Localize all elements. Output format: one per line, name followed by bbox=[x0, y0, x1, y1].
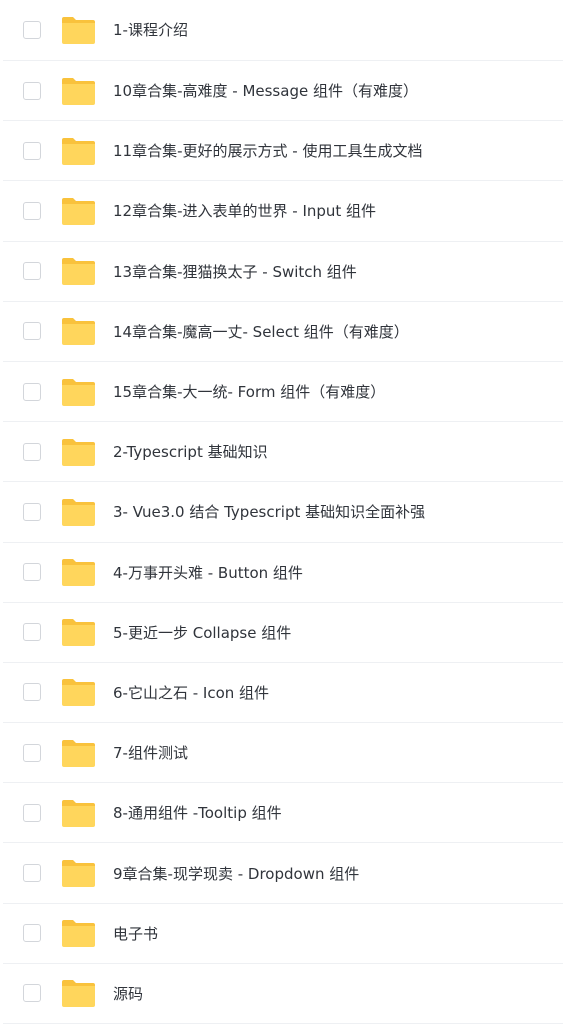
folder-name: 2-Typescript 基础知识 bbox=[113, 443, 268, 462]
row-checkbox[interactable] bbox=[23, 442, 41, 461]
folder-icon bbox=[60, 858, 97, 888]
folder-name: 6-它山之石 - Icon 组件 bbox=[113, 683, 270, 702]
folder-name: 1-课程介绍 bbox=[113, 21, 188, 39]
folder-name: 源码 bbox=[113, 984, 144, 1003]
folder-row[interactable]: 10章合集-高难度 - Message 组件（有难度） bbox=[3, 61, 563, 122]
folder-icon bbox=[60, 918, 97, 948]
row-checkbox[interactable] bbox=[23, 382, 41, 401]
folder-row[interactable]: 13章合集-狸猫换太子 - Switch 组件 bbox=[3, 242, 563, 302]
row-checkbox[interactable] bbox=[23, 623, 41, 642]
folder-icon bbox=[60, 316, 97, 346]
folder-icon bbox=[60, 738, 97, 768]
folder-name: 13章合集-狸猫换太子 - Switch 组件 bbox=[113, 262, 357, 281]
row-checkbox[interactable] bbox=[23, 563, 41, 582]
row-checkbox[interactable] bbox=[23, 20, 41, 39]
folder-row[interactable]: 4-万事开头难 - Button 组件 bbox=[3, 543, 563, 603]
folder-icon bbox=[60, 798, 97, 828]
folder-row[interactable]: 3- Vue3.0 结合 Typescript 基础知识全面补强 bbox=[3, 482, 563, 543]
folder-row[interactable]: 12章合集-进入表单的世界 - Input 组件 bbox=[3, 181, 563, 242]
row-checkbox[interactable] bbox=[23, 683, 41, 702]
folder-name: 15章合集-大一统- Form 组件（有难度） bbox=[113, 383, 386, 402]
folder-name: 7-组件测试 bbox=[113, 744, 188, 763]
folder-name: 8-通用组件 -Tooltip 组件 bbox=[113, 804, 282, 823]
folder-row[interactable]: 7-组件测试 bbox=[3, 723, 563, 784]
row-checkbox[interactable] bbox=[23, 262, 41, 281]
folder-name: 3- Vue3.0 结合 Typescript 基础知识全面补强 bbox=[113, 503, 426, 522]
file-list: 1-课程介绍 10章合集-高难度 - Message 组件（有难度） 11章合集… bbox=[0, 0, 566, 1031]
folder-name: 11章合集-更好的展示方式 - 使用工具生成文档 bbox=[113, 142, 423, 161]
folder-row[interactable]: 1-课程介绍 bbox=[3, 0, 563, 61]
row-checkbox[interactable] bbox=[23, 81, 41, 100]
row-checkbox[interactable] bbox=[23, 322, 41, 341]
folder-row[interactable]: 源码 bbox=[3, 964, 563, 1024]
folder-icon bbox=[60, 15, 97, 45]
row-checkbox[interactable] bbox=[23, 864, 41, 883]
folder-icon bbox=[60, 196, 97, 226]
folder-icon bbox=[60, 497, 97, 527]
folder-row[interactable]: 2-Typescript 基础知识 bbox=[3, 422, 563, 483]
row-checkbox[interactable] bbox=[23, 502, 41, 521]
row-checkbox[interactable] bbox=[23, 984, 41, 1003]
folder-row[interactable]: 11章合集-更好的展示方式 - 使用工具生成文档 bbox=[3, 121, 563, 182]
folder-icon bbox=[60, 437, 97, 467]
folder-row[interactable]: 6-它山之石 - Icon 组件 bbox=[3, 663, 563, 724]
row-checkbox[interactable] bbox=[23, 201, 41, 220]
row-checkbox[interactable] bbox=[23, 803, 41, 822]
folder-name: 9章合集-现学现卖 - Dropdown 组件 bbox=[113, 864, 360, 883]
row-checkbox[interactable] bbox=[23, 743, 41, 762]
row-checkbox[interactable] bbox=[23, 141, 41, 160]
row-checkbox[interactable] bbox=[23, 924, 41, 943]
folder-name: 10章合集-高难度 - Message 组件（有难度） bbox=[113, 82, 418, 101]
folder-name: 5-更近一步 Collapse 组件 bbox=[113, 623, 292, 642]
folder-icon bbox=[60, 76, 97, 106]
folder-icon bbox=[60, 557, 97, 587]
folder-name: 14章合集-魔高一丈- Select 组件（有难度） bbox=[113, 322, 409, 341]
folder-icon bbox=[60, 978, 97, 1008]
folder-row[interactable]: 14章合集-魔高一丈- Select 组件（有难度） bbox=[3, 302, 563, 362]
folder-icon bbox=[60, 617, 97, 647]
folder-name: 4-万事开头难 - Button 组件 bbox=[113, 563, 303, 582]
folder-row[interactable]: 8-通用组件 -Tooltip 组件 bbox=[3, 783, 563, 844]
folder-name: 12章合集-进入表单的世界 - Input 组件 bbox=[113, 202, 377, 221]
folder-icon bbox=[60, 377, 97, 407]
folder-name: 电子书 bbox=[113, 924, 159, 943]
folder-icon bbox=[60, 136, 97, 166]
folder-icon bbox=[60, 256, 97, 286]
folder-row[interactable]: 5-更近一步 Collapse 组件 bbox=[3, 603, 563, 663]
folder-icon bbox=[60, 677, 97, 707]
folder-row[interactable]: 15章合集-大一统- Form 组件（有难度） bbox=[3, 362, 563, 423]
folder-row[interactable]: 电子书 bbox=[3, 904, 563, 964]
folder-row[interactable]: 9章合集-现学现卖 - Dropdown 组件 bbox=[3, 843, 563, 904]
